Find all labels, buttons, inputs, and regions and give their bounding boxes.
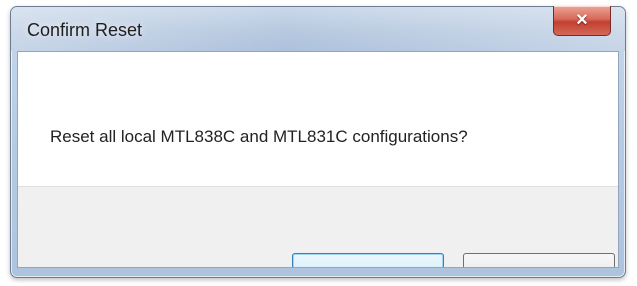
dialog-content: Reset all local MTL838C and MTL831C conf… — [17, 51, 619, 268]
screen: Confirm Reset × Reset all local MTL838C … — [0, 0, 637, 286]
confirmation-message: Reset all local MTL838C and MTL831C conf… — [50, 127, 468, 146]
confirm-reset-dialog: Confirm Reset × Reset all local MTL838C … — [10, 6, 626, 278]
close-icon: × — [576, 9, 588, 31]
message-area: Reset all local MTL838C and MTL831C conf… — [18, 52, 618, 186]
title-bar[interactable]: Confirm Reset × — [11, 6, 625, 51]
button-bar: OK Cancel — [18, 186, 618, 267]
close-button[interactable]: × — [553, 6, 611, 36]
ok-button[interactable]: OK — [292, 253, 444, 267]
dialog-title: Confirm Reset — [27, 20, 143, 40]
cancel-button[interactable]: Cancel — [463, 253, 615, 267]
